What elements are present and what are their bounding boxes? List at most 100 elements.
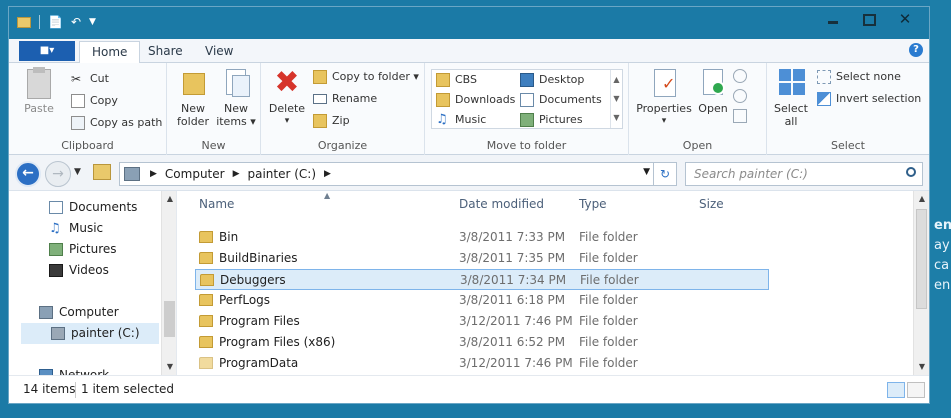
nav-item-computer[interactable]: Computer bbox=[39, 302, 119, 323]
refresh-button[interactable]: ↻ bbox=[653, 162, 677, 186]
properties-dropdown-icon: ▾ bbox=[661, 116, 667, 126]
file-row[interactable]: BuildBinaries 3/8/2011 7:35 PM File fold… bbox=[195, 248, 769, 269]
minimize-button[interactable] bbox=[815, 9, 851, 31]
downloads-folder-icon bbox=[436, 93, 450, 107]
move-to-downloads[interactable]: Downloads bbox=[436, 90, 515, 110]
nav-pane-scrollbar[interactable]: ▲ ▼ bbox=[161, 191, 176, 375]
up-folder-button[interactable] bbox=[93, 164, 111, 180]
move-to-cbs[interactable]: CBS bbox=[436, 70, 477, 90]
file-name: ProgramData bbox=[219, 356, 299, 370]
open-button[interactable]: Open bbox=[695, 67, 731, 115]
file-row[interactable]: Program Files (x86) 3/8/2011 6:52 PM Fil… bbox=[195, 332, 769, 353]
new-items-icon bbox=[220, 67, 252, 99]
file-row[interactable]: Bin 3/8/2011 7:33 PM File folder bbox=[195, 227, 769, 248]
delete-button[interactable]: ✖ Delete ▾ bbox=[267, 67, 307, 128]
nav-item-documents[interactable]: Documents bbox=[49, 197, 137, 218]
file-row[interactable]: Program Files 3/12/2011 7:46 PM File fol… bbox=[195, 311, 769, 332]
file-row[interactable]: PerfLogs 3/8/2011 6:18 PM File folder bbox=[195, 290, 769, 311]
nav-item-videos[interactable]: Videos bbox=[49, 260, 109, 281]
scroll-thumb[interactable] bbox=[916, 209, 927, 309]
invert-selection-button[interactable]: Invert selection bbox=[817, 89, 921, 109]
folder-icon bbox=[17, 16, 31, 28]
new-items-button[interactable]: New items ▾ bbox=[215, 67, 257, 128]
move-music-label: Music bbox=[455, 113, 487, 126]
column-header-type[interactable]: Type bbox=[579, 197, 607, 211]
move-to-music[interactable]: ♫ Music bbox=[436, 110, 486, 130]
properties-qat-icon[interactable]: 📄 bbox=[48, 15, 63, 29]
nav-item-pictures[interactable]: Pictures bbox=[49, 239, 117, 260]
search-icon[interactable] bbox=[906, 167, 916, 177]
undo-icon[interactable]: ↶ bbox=[71, 15, 81, 29]
move-to-documents[interactable]: Documents bbox=[520, 90, 602, 110]
tab-home[interactable]: Home bbox=[79, 41, 141, 63]
folder-icon bbox=[199, 336, 213, 348]
tab-share[interactable]: Share bbox=[136, 41, 195, 63]
scroll-up-icon[interactable]: ▲ bbox=[914, 191, 929, 207]
file-name: Debuggers bbox=[220, 273, 286, 287]
breadcrumb-separator-icon[interactable]: ▶ bbox=[233, 169, 240, 179]
rename-small-icon[interactable] bbox=[733, 109, 747, 123]
column-header-name[interactable]: Name bbox=[199, 197, 234, 211]
address-dropdown-icon[interactable]: ▼ bbox=[643, 167, 650, 177]
select-none-button[interactable]: Select none bbox=[817, 67, 901, 87]
file-list: Name ▲ Date modified Type Size Bin 3/8/2… bbox=[179, 191, 929, 375]
pictures-icon bbox=[49, 243, 63, 256]
copy-icon bbox=[71, 94, 85, 108]
new-group-label: New bbox=[201, 139, 226, 152]
copy-as-path-button[interactable]: Copy as path bbox=[71, 113, 162, 133]
column-header-date[interactable]: Date modified bbox=[459, 197, 544, 211]
bg-text-2: ay bbox=[934, 238, 950, 253]
breadcrumb-separator-icon[interactable]: ▶ bbox=[150, 169, 157, 179]
file-type: File folder bbox=[579, 230, 638, 244]
gallery-scroll[interactable]: ▲ ▼ ▼ bbox=[610, 70, 622, 128]
close-button[interactable]: ✕ bbox=[887, 9, 923, 31]
address-bar[interactable]: ▶ Computer ▶ painter (C:) ▶ ▼ bbox=[119, 162, 655, 186]
search-input[interactable]: Search painter (C:) bbox=[685, 162, 923, 186]
column-header-size[interactable]: Size bbox=[699, 197, 724, 211]
selection-count: 1 item selected bbox=[81, 382, 175, 396]
scroll-down-icon[interactable]: ▼ bbox=[162, 359, 176, 375]
edit-icon[interactable] bbox=[733, 69, 747, 83]
qat-dropdown-icon[interactable]: ▼ bbox=[89, 17, 96, 27]
back-button[interactable]: ← bbox=[15, 161, 41, 187]
move-to-desktop[interactable]: Desktop bbox=[520, 70, 584, 90]
help-icon[interactable]: ? bbox=[909, 43, 923, 57]
breadcrumb-separator-icon[interactable]: ▶ bbox=[324, 169, 331, 179]
copy-button[interactable]: Copy bbox=[71, 91, 118, 111]
cut-button[interactable]: ✂ Cut bbox=[71, 69, 109, 89]
nav-item-painter-drive[interactable]: painter (C:) bbox=[21, 323, 159, 344]
move-pictures-label: Pictures bbox=[539, 113, 583, 126]
recent-locations-dropdown-icon[interactable]: ▼ bbox=[74, 167, 81, 177]
navigation-pane: Documents ♫ Music Pictures Videos Comput… bbox=[9, 191, 177, 375]
details-view-icon[interactable] bbox=[887, 382, 905, 398]
forward-button[interactable]: → bbox=[45, 161, 71, 187]
select-all-button[interactable]: Select all bbox=[773, 67, 809, 128]
scroll-down-icon[interactable]: ▼ bbox=[914, 359, 929, 375]
breadcrumb-painter-drive[interactable]: painter (C:) bbox=[248, 167, 317, 181]
history-icon[interactable] bbox=[733, 89, 747, 103]
desktop-background-text: en ay ca en bbox=[930, 0, 951, 418]
scroll-up-icon[interactable]: ▲ bbox=[162, 191, 176, 207]
large-icons-view-icon[interactable] bbox=[907, 382, 925, 398]
breadcrumb-computer[interactable]: Computer bbox=[165, 167, 225, 181]
paste-button[interactable]: Paste bbox=[19, 67, 59, 115]
nav-item-network[interactable]: Network bbox=[39, 365, 109, 375]
rename-button[interactable]: Rename bbox=[313, 89, 377, 109]
copy-as-path-label: Copy as path bbox=[90, 116, 163, 129]
file-menu-button[interactable]: ■▾ bbox=[19, 41, 75, 61]
maximize-button[interactable] bbox=[851, 9, 887, 31]
new-folder-button[interactable]: New folder bbox=[175, 67, 211, 128]
zip-button[interactable]: Zip bbox=[313, 111, 350, 131]
file-list-scrollbar[interactable]: ▲ ▼ bbox=[913, 191, 929, 375]
file-row-selected[interactable]: Debuggers 3/8/2011 7:34 PM File folder bbox=[195, 269, 769, 290]
properties-button[interactable]: ✓ Properties ▾ bbox=[635, 67, 693, 128]
nav-item-music[interactable]: ♫ Music bbox=[49, 218, 103, 239]
copy-to-folder-label: Copy to folder ▾ bbox=[332, 70, 419, 83]
scroll-thumb[interactable] bbox=[164, 301, 175, 337]
ribbon-tabs: ■▾ Home Share View ? bbox=[9, 39, 929, 63]
file-row[interactable]: ProgramData 3/12/2011 7:46 PM File folde… bbox=[195, 353, 769, 374]
new-group: New folder New items ▾ New bbox=[167, 63, 261, 155]
copy-to-folder-button[interactable]: Copy to folder ▾ bbox=[313, 67, 419, 87]
move-to-pictures[interactable]: Pictures bbox=[520, 110, 583, 130]
tab-view[interactable]: View bbox=[193, 41, 245, 63]
